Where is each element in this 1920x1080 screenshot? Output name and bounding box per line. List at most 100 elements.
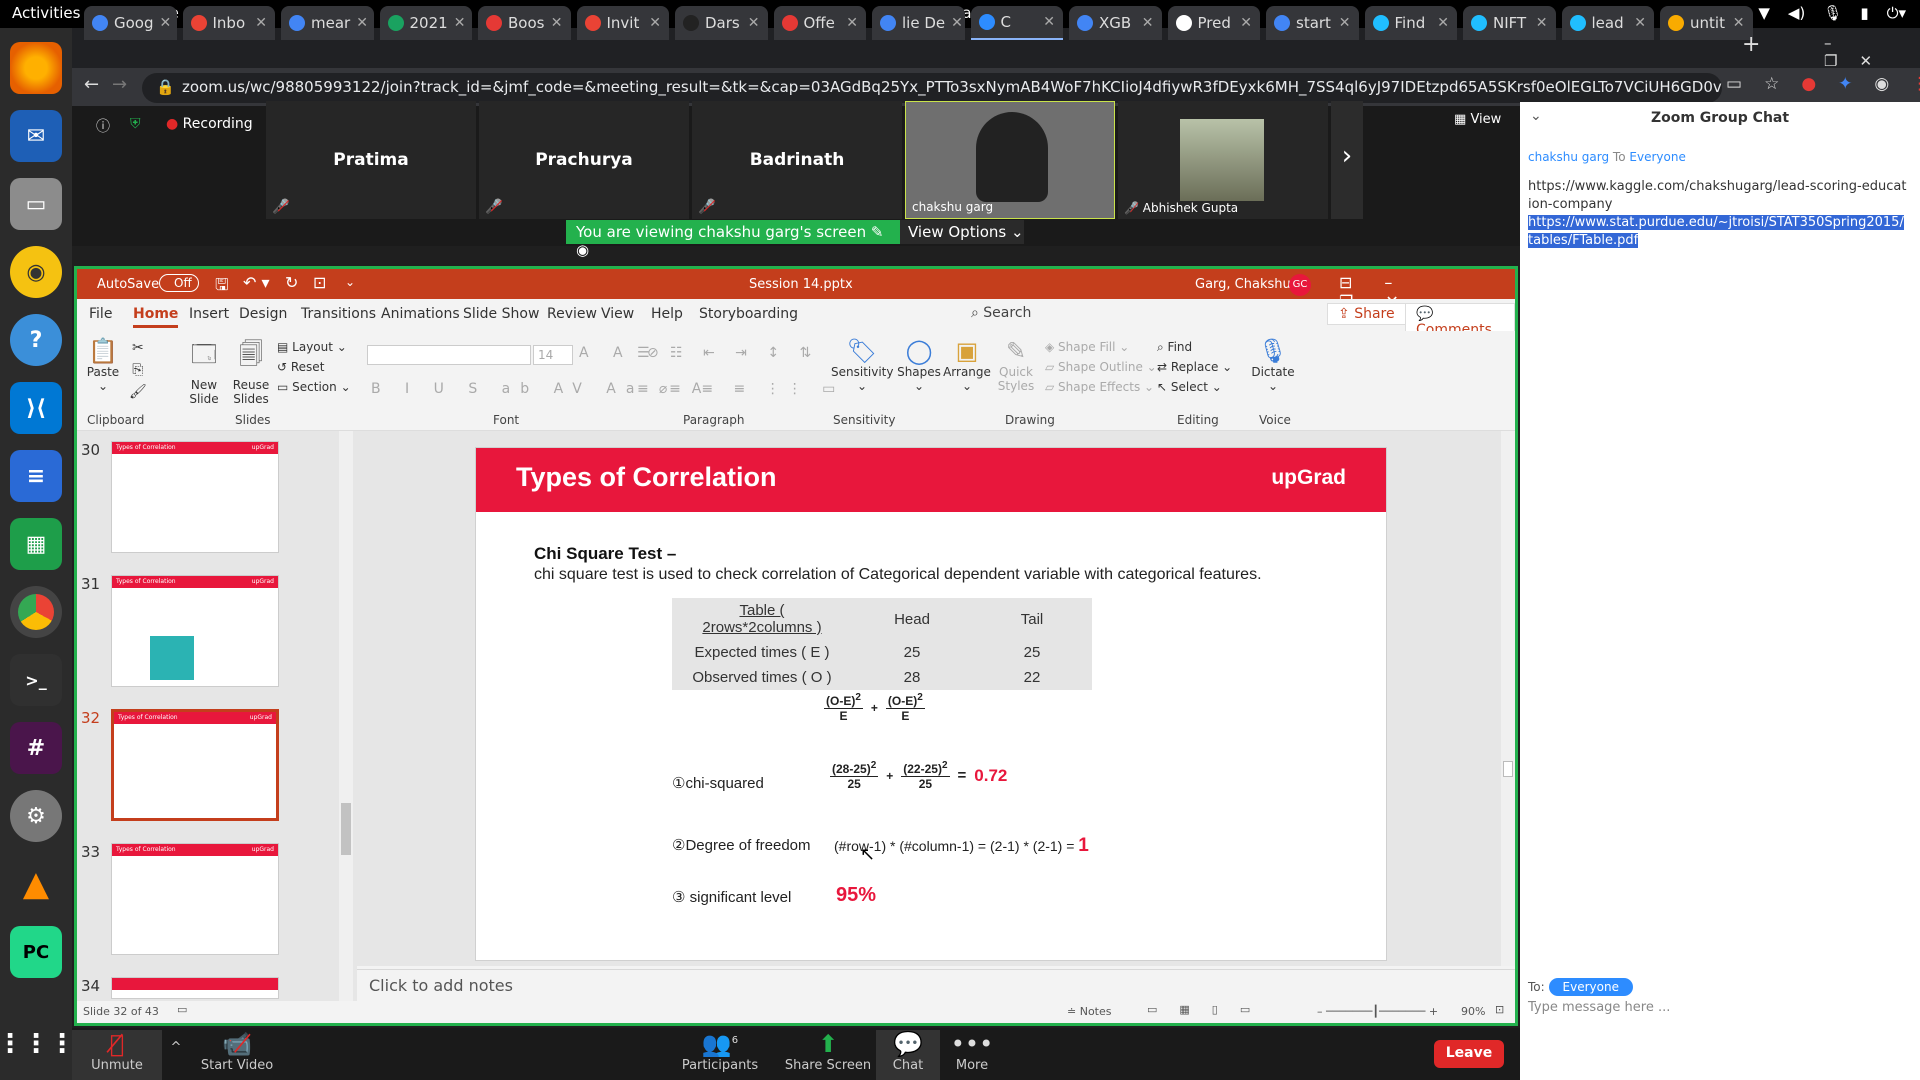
chat-sender[interactable]: chakshu garg	[1528, 150, 1609, 164]
forward-icon[interactable]: →	[112, 74, 127, 95]
ribbon-tab-help[interactable]: Help	[651, 306, 683, 322]
search-box[interactable]: ⌕ Search	[971, 305, 1031, 321]
tab-close-icon[interactable]: ✕	[1240, 15, 1252, 31]
tab-close-icon[interactable]: ✕	[1733, 15, 1745, 31]
browser-tab[interactable]: untit ✕	[1660, 6, 1753, 40]
participant-tile[interactable]: Badrinath 🎤̸	[692, 101, 902, 219]
url-input[interactable]: 🔒 zoom.us/wc/98805993122/join?track_id=&…	[142, 73, 1722, 103]
layout-button[interactable]: ▤ Layout ⌄	[277, 337, 351, 357]
align-buttons[interactable]: ≡ ≡ ≡ ≡ ⋮⋮ ▭	[637, 381, 843, 397]
chat-recipient-selector[interactable]: Everyone	[1548, 978, 1633, 996]
undo-icon[interactable]: ↶ ▾	[243, 273, 270, 292]
ribbon-tab-review[interactable]: Review	[547, 306, 597, 322]
slide-thumbnail[interactable]	[111, 977, 279, 999]
browser-tab[interactable]: 2021 ✕	[379, 6, 472, 40]
ribbon-tab-transitions[interactable]: Transitions	[301, 306, 376, 322]
tab-close-icon[interactable]: ✕	[160, 15, 172, 31]
view-button[interactable]: ▦ View	[1454, 112, 1501, 127]
redo-icon[interactable]: ↻	[285, 273, 298, 292]
unmute-button[interactable]: 🎙̸ Unmute	[72, 1030, 162, 1080]
browser-tab[interactable]: Boos ✕	[478, 6, 571, 40]
tab-close-icon[interactable]: ✕	[1437, 15, 1449, 31]
sheets-icon[interactable]: ▦	[10, 518, 62, 570]
thumb-scrollbar[interactable]	[339, 431, 353, 1001]
ribbon-tab-slide-show[interactable]: Slide Show	[463, 306, 539, 322]
current-slide[interactable]: Types of Correlation upGrad Chi Square T…	[475, 447, 1387, 961]
find-button[interactable]: ⌕ Find	[1157, 337, 1232, 357]
browser-tab[interactable]: NIFT ✕	[1463, 6, 1556, 40]
tab-close-icon[interactable]: ✕	[649, 15, 661, 31]
fit-slide-icon[interactable]: ⊡	[1495, 1003, 1504, 1016]
menu-update-icon[interactable]: ⋮	[1911, 74, 1920, 94]
ribbon-tab-animations[interactable]: Animations	[381, 306, 460, 322]
extension-red-icon[interactable]: ●	[1801, 74, 1816, 94]
tab-close-icon[interactable]: ✕	[1043, 14, 1055, 30]
shape-fill-button[interactable]: ◈ Shape Fill ⌄	[1045, 337, 1157, 357]
canvas-scroll-thumb[interactable]	[1503, 761, 1513, 777]
share-screen-button[interactable]: ⬆ Share Screen	[778, 1030, 878, 1073]
customize-qat-icon[interactable]: ⌄	[345, 275, 355, 289]
browser-tab[interactable]: lead ✕	[1561, 6, 1654, 40]
autosave-toggle[interactable]: Off	[159, 274, 199, 292]
select-button[interactable]: ↖ Select ⌄	[1157, 377, 1232, 397]
tab-close-icon[interactable]: ✕	[846, 15, 858, 31]
chat-message[interactable]: https://www.kaggle.com/chakshugarg/lead-…	[1528, 178, 1908, 214]
section-button[interactable]: ▭ Section ⌄	[277, 377, 351, 397]
zoom-slider[interactable]: – ───────┃─────── +	[1317, 1005, 1438, 1018]
chat-link[interactable]: https://www.stat.purdue.edu/~jtroisi/STA…	[1528, 215, 1904, 248]
arrange-button[interactable]: ▣ Arrange ⌄	[943, 337, 991, 393]
chat-message-selected[interactable]: https://www.stat.purdue.edu/~jtroisi/STA…	[1528, 214, 1908, 250]
chat-message-input[interactable]: Type message here ...	[1528, 1000, 1908, 1040]
back-icon[interactable]: ←	[84, 74, 99, 95]
chrome-dock-icon[interactable]	[10, 586, 62, 638]
browser-tab[interactable]: Offe ✕	[773, 6, 866, 40]
docs-icon[interactable]: ≡	[10, 450, 62, 502]
tab-close-icon[interactable]: ✕	[748, 15, 760, 31]
sensitivity-button[interactable]: 🏷 Sensitivity ⌄	[831, 337, 893, 393]
view-mode-icons[interactable]: ▭▦▯▭	[1147, 1003, 1272, 1016]
slide-thumbnail[interactable]: Types of Correlation upGrad	[111, 843, 279, 955]
browser-tab[interactable]: Inbo ✕	[182, 6, 275, 40]
reset-button[interactable]: ↺ Reset	[277, 357, 351, 377]
browser-tab[interactable]: mear ✕	[281, 6, 374, 40]
slide-thumbnail[interactable]: Types of Correlation upGrad	[111, 575, 279, 687]
thumb-scroll-thumb[interactable]	[341, 803, 351, 855]
user-avatar[interactable]: GC	[1289, 274, 1311, 296]
canvas-scrollbar[interactable]	[1501, 431, 1515, 966]
dictate-button[interactable]: 🎙 Dictate ⌄	[1249, 337, 1297, 393]
notes-button[interactable]: ≐ Notes	[1067, 1005, 1112, 1018]
quick-styles-button[interactable]: ✎ Quick Styles	[993, 337, 1039, 393]
activities-button[interactable]: Activities	[12, 4, 80, 22]
slack-icon[interactable]: #	[10, 722, 62, 774]
browser-tab[interactable]: Pred ✕	[1167, 6, 1260, 40]
reuse-slides-button[interactable]: 🗐 Reuse Slides	[229, 337, 273, 406]
paste-button[interactable]: 📋 Paste ⌄	[83, 337, 123, 393]
font-name-select[interactable]	[367, 345, 531, 365]
present-icon[interactable]: ⊡	[313, 273, 326, 292]
tab-close-icon[interactable]: ✕	[1339, 15, 1351, 31]
chat-recipient[interactable]: Everyone	[1629, 150, 1685, 164]
profile-avatar[interactable]: ◉	[1874, 74, 1889, 94]
extensions-puzzle-icon[interactable]: ✦	[1838, 74, 1852, 94]
leave-button[interactable]: Leave	[1434, 1040, 1504, 1068]
clipboard-small-icons[interactable]: ✂ ⎘ 🖌	[129, 337, 147, 403]
pycharm-icon[interactable]: PC	[10, 926, 62, 978]
help-icon[interactable]: ?	[10, 314, 62, 366]
participants-button[interactable]: 👥6 Participants	[670, 1030, 770, 1073]
more-button[interactable]: ••• More	[940, 1030, 1004, 1073]
window-controls[interactable]: –❐✕	[1824, 34, 1920, 70]
browser-tab[interactable]: Dars ✕	[675, 6, 768, 40]
start-video-button[interactable]: 📹̸ Start Video	[192, 1030, 282, 1073]
video-tile[interactable]: 🎤̸ Abhishek Gupta	[1118, 101, 1328, 219]
chat-button[interactable]: 💬 Chat	[876, 1030, 940, 1080]
shapes-button[interactable]: ◯ Shapes ⌄	[897, 337, 941, 393]
security-shield-icon[interactable]: ⛨	[130, 116, 141, 132]
share-button[interactable]: ⇪ Share	[1327, 303, 1406, 325]
tab-close-icon[interactable]: ✕	[1536, 15, 1548, 31]
ribbon-tab-design[interactable]: Design	[239, 306, 287, 322]
slide-thumbnail[interactable]: Types of Correlation upGrad	[111, 441, 279, 553]
tab-close-icon[interactable]: ✕	[255, 15, 267, 31]
settings-icon[interactable]: ⚙	[10, 790, 62, 842]
view-options-dropdown[interactable]: View Options ⌄	[900, 220, 1024, 244]
browser-tab[interactable]: XGB ✕	[1069, 6, 1162, 40]
